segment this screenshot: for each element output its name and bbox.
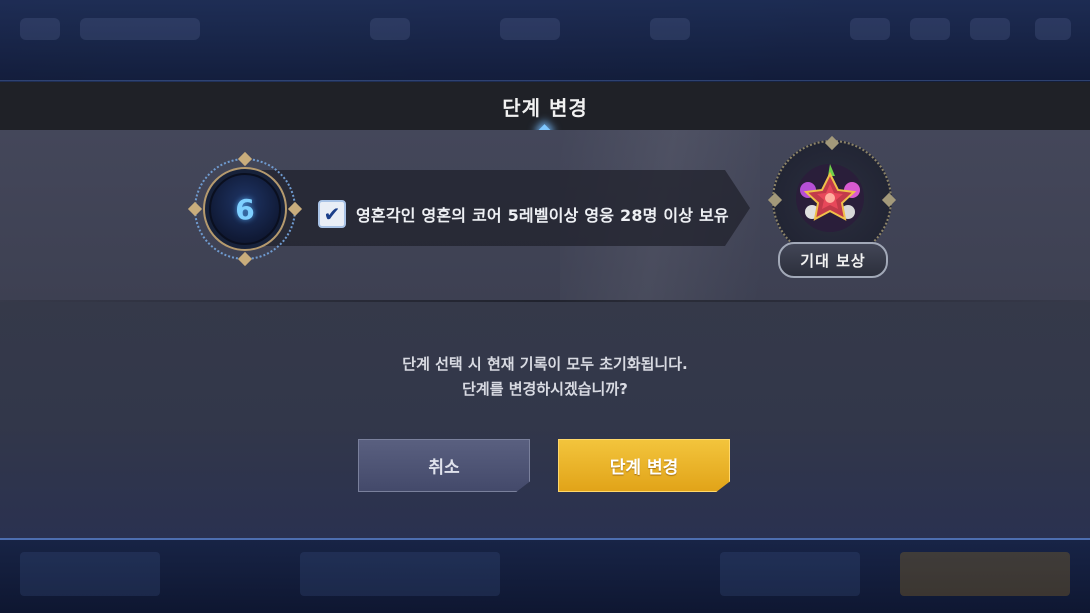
dialog-header: 단계 변경 [0,82,1090,130]
cancel-button-label: 취소 [428,458,460,478]
condition-text: 영혼각인 영혼의 코어 5레벨이상 영웅 28명 이상 보유 [356,206,729,225]
panel-divider [0,300,1090,302]
check-icon: ✔ [323,202,341,226]
condition-row: ✔ 영혼각인 영혼의 코어 5레벨이상 영웅 28명 이상 보유 [318,196,729,232]
expected-reward[interactable]: 기대 보상 [767,135,897,280]
stage-level-number: 6 [235,192,255,226]
stage-level-badge: 6 [187,151,303,267]
reward-star-icon [796,164,864,232]
change-stage-button[interactable]: 단계 변경 [558,439,730,492]
confirm-message-line-1: 단계 선택 시 현재 기록이 모두 초기화됩니다. [402,355,688,373]
confirm-message-line-2: 단계를 변경하시겠습니까? [462,380,628,398]
reward-label: 기대 보상 [778,242,888,278]
cancel-button[interactable]: 취소 [358,439,530,492]
condition-checkbox[interactable]: ✔ [318,200,346,228]
dialog-title: 단계 변경 [502,95,588,120]
background-top-bar [0,0,1090,81]
change-stage-button-label: 단계 변경 [609,458,679,478]
confirm-message: 단계 선택 시 현재 기록이 모두 초기화됩니다. 단계를 변경하시겠습니까? [0,352,1090,402]
change-stage-dialog: 단계 변경 6 ✔ 영혼각인 영혼의 코어 5레벨이상 영웅 28명 이상 보유 [0,82,1090,540]
background-bottom-bar [0,540,1090,613]
